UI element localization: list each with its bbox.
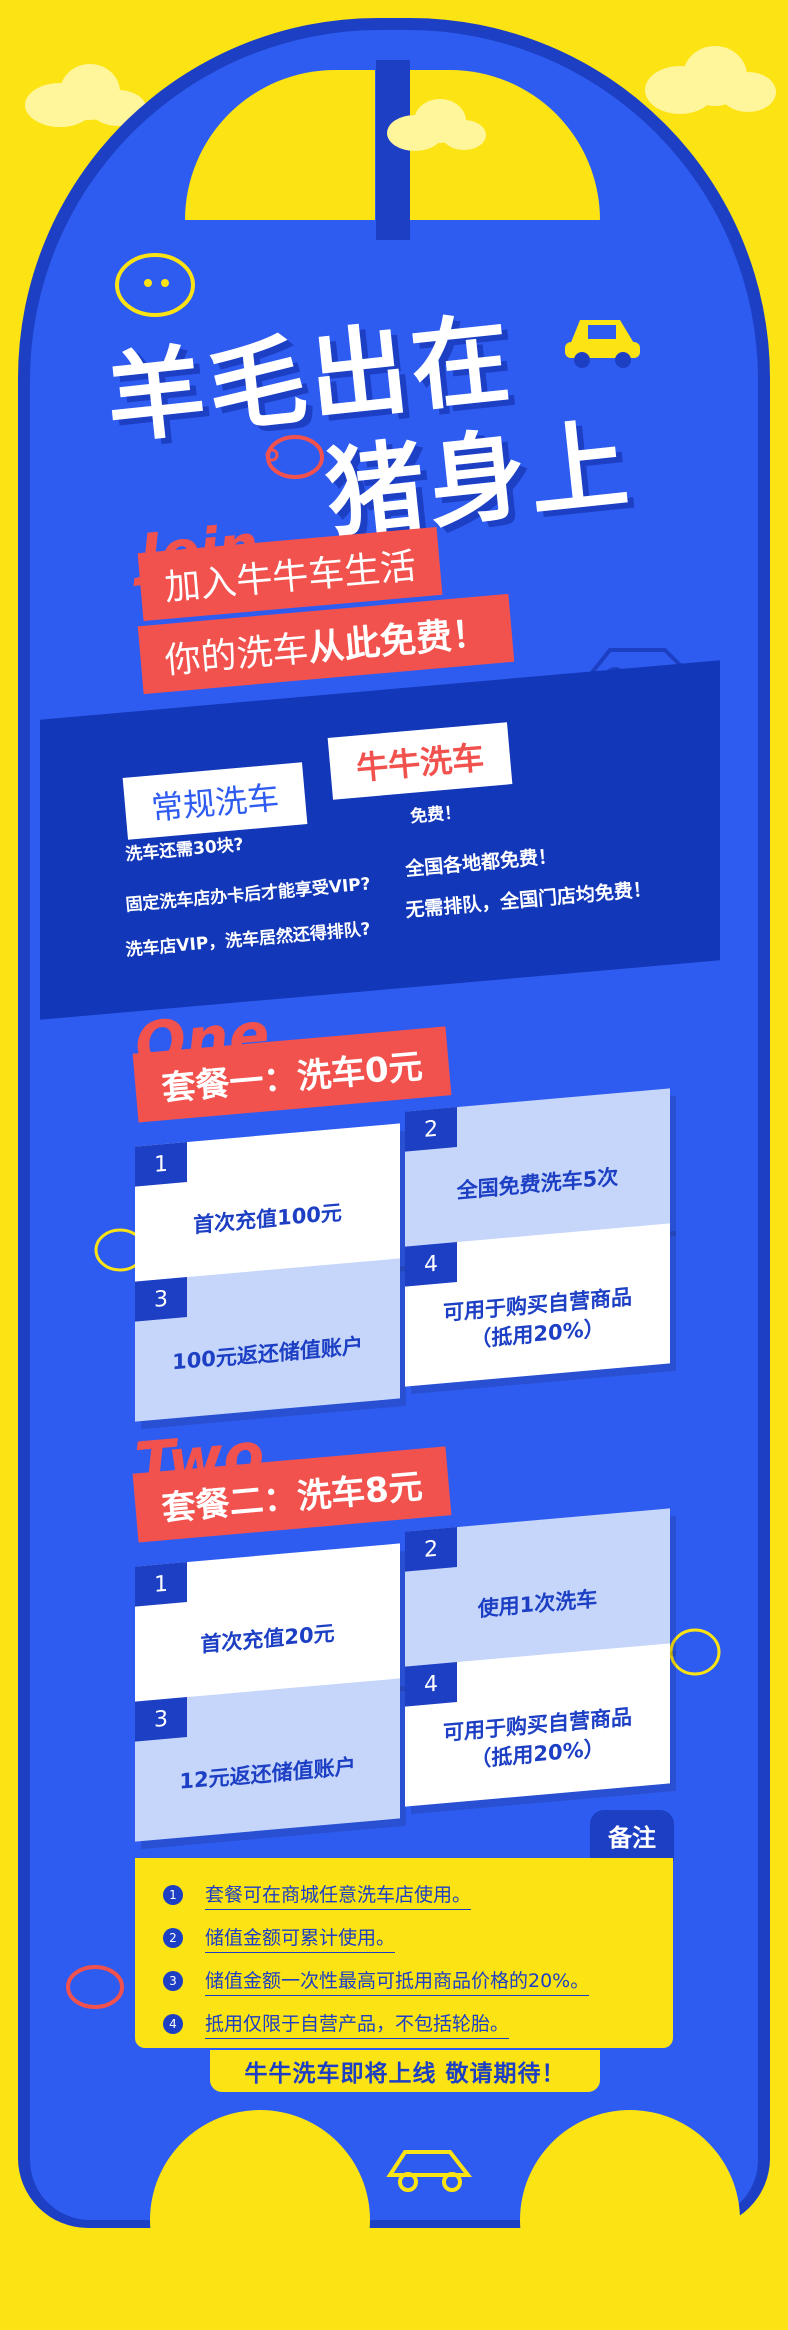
sheep-icon — [669, 1628, 721, 1676]
note-number: 1 — [163, 1885, 183, 1905]
package1-card-4: 4 可用于购买自营商品（抵用20%） — [405, 1223, 670, 1387]
card-text: 全国免费洗车5次 — [456, 1165, 619, 1204]
note-item: 2 储值金额可累计使用。 — [163, 1923, 396, 1953]
notes-box: 1 套餐可在商城任意洗车店使用。 2 储值金额可累计使用。 3 储值金额一次性最… — [135, 1858, 673, 2048]
notes-tag: 备注 — [590, 1810, 674, 1861]
note-text: 套餐可在商城任意洗车店使用。 — [205, 1880, 472, 1910]
card-text: 100元返还储值账户 — [172, 1333, 363, 1375]
card-number: 4 — [405, 1242, 457, 1287]
card-text: 可用于购买自营商品（抵用20%） — [443, 1704, 632, 1772]
note-text: 抵用仅限于自营产品，不包括轮胎。 — [205, 2009, 510, 2039]
note-text: 储值金额一次性最高可抵用商品价格的20%。 — [205, 1966, 590, 1996]
comparison-right-1: 免费！ — [409, 802, 462, 828]
card-number: 1 — [135, 1562, 187, 1607]
card-number: 2 — [405, 1107, 457, 1152]
card-number: 3 — [135, 1697, 187, 1742]
package2-card-4: 4 可用于购买自营商品（抵用20%） — [405, 1643, 670, 1807]
intro-banner-2-prefix: 你的洗车 — [163, 628, 311, 683]
package1-card-3: 3 100元返还储值账户 — [135, 1258, 400, 1422]
card-number: 2 — [405, 1527, 457, 1572]
bus-wheel-left — [150, 2110, 370, 2330]
bus-wheel-right — [520, 2110, 740, 2330]
card-text: 12元返还储值账户 — [179, 1754, 356, 1795]
note-item: 1 套餐可在商城任意洗车店使用。 — [163, 1880, 472, 1910]
car-icon — [565, 320, 640, 368]
package2-card-3: 3 12元返还储值账户 — [135, 1678, 400, 1842]
note-text: 储值金额可累计使用。 — [205, 1923, 396, 1953]
card-text: 首次充值100元 — [193, 1200, 342, 1238]
card-text: 可用于购买自营商品（抵用20%） — [443, 1284, 632, 1352]
note-number: 3 — [163, 1971, 183, 1991]
card-number: 3 — [135, 1277, 187, 1322]
card-text: 使用1次洗车 — [477, 1587, 598, 1622]
card-text: 首次充值20元 — [200, 1621, 335, 1658]
intro-banner-2-bold: 从此免费！ — [306, 612, 490, 670]
card-number: 4 — [405, 1662, 457, 1707]
car-icon — [386, 2150, 473, 2192]
cloud-icon — [387, 99, 486, 151]
note-item: 4 抵用仅限于自营产品，不包括轮胎。 — [163, 2009, 510, 2039]
note-item: 3 储值金额一次性最高可抵用商品价格的20%。 — [163, 1966, 590, 1996]
coming-soon-banner: 牛牛洗车即将上线 敬请期待！ — [210, 2050, 600, 2092]
note-number: 2 — [163, 1928, 183, 1948]
cloud-icon — [645, 46, 776, 114]
piggy-icon — [66, 1965, 124, 2009]
card-number: 1 — [135, 1142, 187, 1187]
note-number: 4 — [163, 2014, 183, 2034]
